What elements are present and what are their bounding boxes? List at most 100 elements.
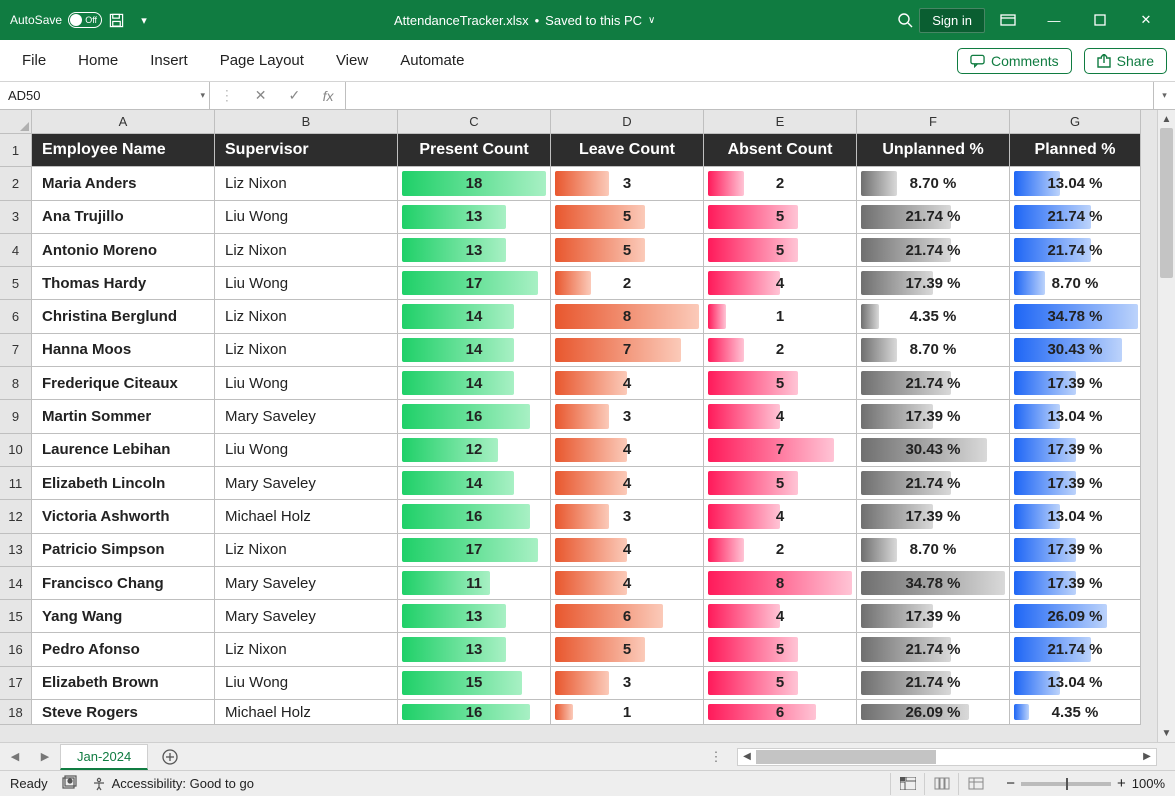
view-normal-button[interactable] xyxy=(890,773,924,795)
row-header[interactable]: 9 xyxy=(0,400,32,433)
cell-absent[interactable]: 6 xyxy=(704,700,857,725)
cell-planned[interactable]: 17.39 % xyxy=(1010,534,1141,567)
cell-present[interactable]: 18 xyxy=(398,167,551,200)
cell-leave[interactable]: 5 xyxy=(551,633,704,666)
row-header[interactable]: 6 xyxy=(0,300,32,333)
close-button[interactable]: ✕ xyxy=(1123,2,1169,38)
enter-formula-icon[interactable]: ✓ xyxy=(278,87,312,104)
cell-leave[interactable]: 6 xyxy=(551,600,704,633)
macro-record-icon[interactable] xyxy=(62,775,78,792)
cell-planned[interactable]: 26.09 % xyxy=(1010,600,1141,633)
cell-planned[interactable]: 21.74 % xyxy=(1010,633,1141,666)
row-header[interactable]: 12 xyxy=(0,500,32,533)
cell-absent[interactable]: 4 xyxy=(704,267,857,300)
cell-present[interactable]: 16 xyxy=(398,400,551,433)
cell-planned[interactable]: 13.04 % xyxy=(1010,667,1141,700)
cell-absent[interactable]: 4 xyxy=(704,600,857,633)
header-cell[interactable]: Supervisor xyxy=(215,134,398,167)
cell-present[interactable]: 15 xyxy=(398,667,551,700)
signin-button[interactable]: Sign in xyxy=(919,8,985,33)
cell-planned[interactable]: 13.04 % xyxy=(1010,500,1141,533)
cancel-formula-icon[interactable]: ✕ xyxy=(244,87,278,104)
grip-icon[interactable]: ⋮ xyxy=(210,87,244,104)
zoom-slider[interactable] xyxy=(1021,782,1111,786)
cell-leave[interactable]: 4 xyxy=(551,434,704,467)
cell-unplanned[interactable]: 21.74 % xyxy=(857,633,1010,666)
formula-expand-icon[interactable]: ▾ xyxy=(1153,82,1175,109)
cell-absent[interactable]: 5 xyxy=(704,667,857,700)
col-header-D[interactable]: D xyxy=(551,110,704,134)
cell-planned[interactable]: 17.39 % xyxy=(1010,567,1141,600)
row-header[interactable]: 2 xyxy=(0,167,32,200)
cell-supervisor[interactable]: Liz Nixon xyxy=(215,234,398,267)
scroll-down-icon[interactable]: ▼ xyxy=(1158,724,1175,742)
cell-unplanned[interactable]: 4.35 % xyxy=(857,300,1010,333)
cell-supervisor[interactable]: Liz Nixon xyxy=(215,633,398,666)
cell-present[interactable]: 14 xyxy=(398,367,551,400)
cell-absent[interactable]: 4 xyxy=(704,400,857,433)
col-header-G[interactable]: G xyxy=(1010,110,1141,134)
menu-insert[interactable]: Insert xyxy=(136,46,202,75)
cell-present[interactable]: 16 xyxy=(398,700,551,725)
autosave-toggle[interactable]: Off xyxy=(68,12,102,28)
cell-planned[interactable]: 13.04 % xyxy=(1010,167,1141,200)
cell-employee-name[interactable]: Hanna Moos xyxy=(32,334,215,367)
formula-input[interactable] xyxy=(346,82,1153,109)
vertical-scrollbar[interactable]: ▲ ▼ xyxy=(1157,110,1175,742)
row-header[interactable]: 8 xyxy=(0,367,32,400)
cell-planned[interactable]: 17.39 % xyxy=(1010,434,1141,467)
cell-unplanned[interactable]: 17.39 % xyxy=(857,500,1010,533)
cell-planned[interactable]: 21.74 % xyxy=(1010,201,1141,234)
menu-file[interactable]: File xyxy=(8,46,60,75)
cell-leave[interactable]: 8 xyxy=(551,300,704,333)
cell-absent[interactable]: 7 xyxy=(704,434,857,467)
cell-unplanned[interactable]: 17.39 % xyxy=(857,600,1010,633)
cell-planned[interactable]: 21.74 % xyxy=(1010,234,1141,267)
cell-planned[interactable]: 34.78 % xyxy=(1010,300,1141,333)
tab-next-icon[interactable]: ▶ xyxy=(41,750,49,763)
fx-icon[interactable]: fx xyxy=(311,88,345,104)
search-icon[interactable] xyxy=(891,6,919,34)
cell-supervisor[interactable]: Mary Saveley xyxy=(215,400,398,433)
cell-absent[interactable]: 8 xyxy=(704,567,857,600)
cell-employee-name[interactable]: Elizabeth Brown xyxy=(32,667,215,700)
cell-unplanned[interactable]: 8.70 % xyxy=(857,534,1010,567)
horizontal-scrollbar[interactable]: ◀ ▶ xyxy=(737,748,1157,766)
new-sheet-button[interactable] xyxy=(156,746,184,768)
cell-supervisor[interactable]: Liz Nixon xyxy=(215,534,398,567)
cell-supervisor[interactable]: Mary Saveley xyxy=(215,600,398,633)
zoom-level[interactable]: 100% xyxy=(1132,776,1165,791)
cell-absent[interactable]: 5 xyxy=(704,367,857,400)
header-cell[interactable]: Employee Name xyxy=(32,134,215,167)
menu-view[interactable]: View xyxy=(322,46,382,75)
minimize-button[interactable]: — xyxy=(1031,2,1077,38)
cell-employee-name[interactable]: Patricio Simpson xyxy=(32,534,215,567)
row-header[interactable]: 15 xyxy=(0,600,32,633)
cell-present[interactable]: 17 xyxy=(398,534,551,567)
row-header[interactable]: 1 xyxy=(0,134,32,167)
row-header[interactable]: 14 xyxy=(0,567,32,600)
sheet-tab-active[interactable]: Jan-2024 xyxy=(60,744,148,770)
split-grip-icon[interactable]: ⋮ xyxy=(709,749,723,765)
cell-absent[interactable]: 5 xyxy=(704,467,857,500)
cell-employee-name[interactable]: Martin Sommer xyxy=(32,400,215,433)
cell-leave[interactable]: 5 xyxy=(551,201,704,234)
zoom-in-button[interactable]: + xyxy=(1117,775,1126,792)
cell-absent[interactable]: 5 xyxy=(704,201,857,234)
row-header[interactable]: 17 xyxy=(0,667,32,700)
cell-unplanned[interactable]: 34.78 % xyxy=(857,567,1010,600)
cell-employee-name[interactable]: Thomas Hardy xyxy=(32,267,215,300)
cell-leave[interactable]: 4 xyxy=(551,534,704,567)
col-header-E[interactable]: E xyxy=(704,110,857,134)
vscroll-thumb[interactable] xyxy=(1160,128,1173,278)
cell-planned[interactable]: 17.39 % xyxy=(1010,367,1141,400)
cell-absent[interactable]: 5 xyxy=(704,633,857,666)
menu-automate[interactable]: Automate xyxy=(386,46,478,75)
cell-present[interactable]: 13 xyxy=(398,201,551,234)
accessibility-status[interactable]: Accessibility: Good to go xyxy=(92,776,254,791)
cell-present[interactable]: 14 xyxy=(398,300,551,333)
cell-planned[interactable]: 4.35 % xyxy=(1010,700,1141,725)
cell-unplanned[interactable]: 30.43 % xyxy=(857,434,1010,467)
cell-present[interactable]: 13 xyxy=(398,633,551,666)
cell-supervisor[interactable]: Liu Wong xyxy=(215,367,398,400)
